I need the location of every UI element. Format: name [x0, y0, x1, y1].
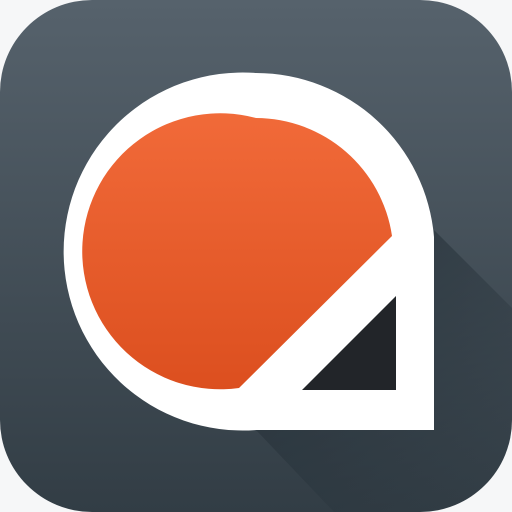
app-icon	[0, 0, 512, 512]
app-icon-screen	[0, 0, 512, 512]
logo-mark	[63, 72, 435, 431]
